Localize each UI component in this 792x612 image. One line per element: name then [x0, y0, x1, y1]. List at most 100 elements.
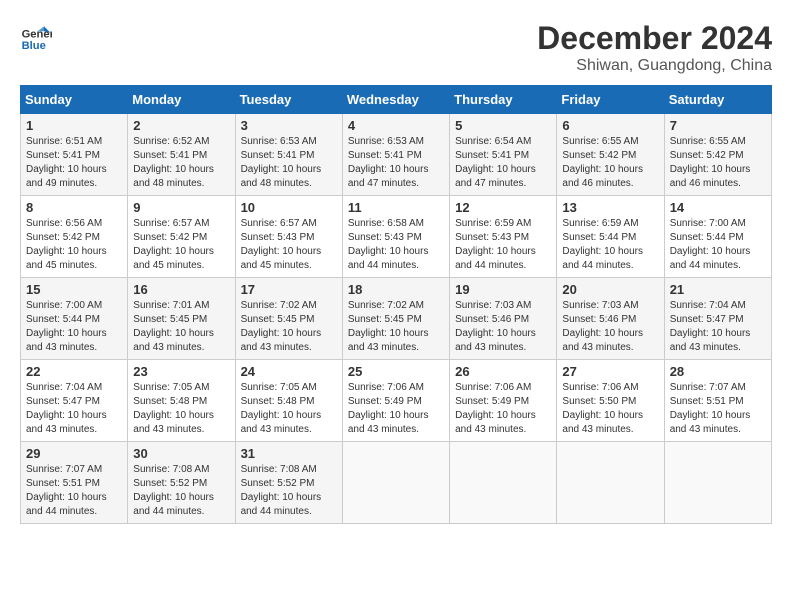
table-cell: 16Sunrise: 7:01 AMSunset: 5:45 PMDayligh…	[128, 278, 235, 360]
day-info: Sunrise: 6:59 AMSunset: 5:44 PMDaylight:…	[562, 217, 658, 273]
calendar-table: Sunday Monday Tuesday Wednesday Thursday…	[20, 85, 772, 524]
day-info: Sunrise: 6:52 AMSunset: 5:41 PMDaylight:…	[133, 135, 229, 191]
day-info: Sunrise: 7:08 AMSunset: 5:52 PMDaylight:…	[133, 463, 229, 519]
header-sunday: Sunday	[21, 86, 128, 114]
table-cell: 12 Sunrise: 6:59 AMSunset: 5:43 PMDayligh…	[450, 196, 557, 278]
table-row: 22Sunrise: 7:04 AMSunset: 5:47 PMDayligh…	[21, 360, 772, 442]
sub-title: Shiwan, Guangdong, China	[537, 57, 772, 75]
day-info: Sunrise: 7:08 AMSunset: 5:52 PMDaylight:…	[241, 463, 337, 519]
day-number: 3	[241, 118, 337, 133]
table-cell: 5 Sunrise: 6:54 AMSunset: 5:41 PMDaylight…	[450, 114, 557, 196]
table-cell	[342, 442, 449, 524]
day-info: Sunrise: 7:01 AMSunset: 5:45 PMDaylight:…	[133, 299, 229, 355]
day-info: Sunrise: 7:05 AMSunset: 5:48 PMDaylight:…	[133, 381, 229, 437]
day-info: Sunrise: 6:56 AMSunset: 5:42 PMDaylight:…	[26, 217, 122, 273]
table-cell	[450, 442, 557, 524]
day-info: Sunrise: 7:02 AMSunset: 5:45 PMDaylight:…	[241, 299, 337, 355]
page-header: General Blue December 2024 Shiwan, Guang…	[20, 20, 772, 75]
title-area: December 2024 Shiwan, Guangdong, China	[537, 20, 772, 75]
day-number: 4	[348, 118, 444, 133]
day-info: Sunrise: 6:54 AMSunset: 5:41 PMDaylight:…	[455, 135, 551, 191]
day-number: 1	[26, 118, 122, 133]
day-info: Sunrise: 7:00 AMSunset: 5:44 PMDaylight:…	[670, 217, 766, 273]
day-number: 8	[26, 200, 122, 215]
day-number: 17	[241, 282, 337, 297]
table-cell: 22Sunrise: 7:04 AMSunset: 5:47 PMDayligh…	[21, 360, 128, 442]
table-cell: 23 Sunrise: 7:05 AMSunset: 5:48 PMDayligh…	[128, 360, 235, 442]
calendar-header: Sunday Monday Tuesday Wednesday Thursday…	[21, 86, 772, 114]
day-number: 5	[455, 118, 551, 133]
header-tuesday: Tuesday	[235, 86, 342, 114]
day-info: Sunrise: 6:53 AMSunset: 5:41 PMDaylight:…	[348, 135, 444, 191]
day-number: 25	[348, 364, 444, 379]
table-row: 8 Sunrise: 6:56 AMSunset: 5:42 PMDaylight…	[21, 196, 772, 278]
day-number: 19	[455, 282, 551, 297]
table-row: 1Sunrise: 6:51 AMSunset: 5:41 PMDaylight…	[21, 114, 772, 196]
table-cell: 9 Sunrise: 6:57 AMSunset: 5:42 PMDaylight…	[128, 196, 235, 278]
table-cell: 24 Sunrise: 7:05 AMSunset: 5:48 PMDayligh…	[235, 360, 342, 442]
table-cell: 25 Sunrise: 7:06 AMSunset: 5:49 PMDayligh…	[342, 360, 449, 442]
table-row: 29 Sunrise: 7:07 AMSunset: 5:51 PMDayligh…	[21, 442, 772, 524]
day-number: 22	[26, 364, 122, 379]
day-info: Sunrise: 7:02 AMSunset: 5:45 PMDaylight:…	[348, 299, 444, 355]
table-cell: 8 Sunrise: 6:56 AMSunset: 5:42 PMDaylight…	[21, 196, 128, 278]
header-saturday: Saturday	[664, 86, 771, 114]
day-number: 24	[241, 364, 337, 379]
day-number: 10	[241, 200, 337, 215]
day-number: 7	[670, 118, 766, 133]
table-cell: 28Sunrise: 7:07 AMSunset: 5:51 PMDayligh…	[664, 360, 771, 442]
table-cell: 20Sunrise: 7:03 AMSunset: 5:46 PMDayligh…	[557, 278, 664, 360]
table-cell: 19 Sunrise: 7:03 AMSunset: 5:46 PMDayligh…	[450, 278, 557, 360]
day-info: Sunrise: 7:05 AMSunset: 5:48 PMDaylight:…	[241, 381, 337, 437]
table-cell: 3 Sunrise: 6:53 AMSunset: 5:41 PMDaylight…	[235, 114, 342, 196]
table-cell: 7 Sunrise: 6:55 AMSunset: 5:42 PMDaylight…	[664, 114, 771, 196]
table-cell: 31 Sunrise: 7:08 AMSunset: 5:52 PMDayligh…	[235, 442, 342, 524]
logo: General Blue	[20, 20, 52, 52]
table-cell: 27Sunrise: 7:06 AMSunset: 5:50 PMDayligh…	[557, 360, 664, 442]
day-info: Sunrise: 6:59 AMSunset: 5:43 PMDaylight:…	[455, 217, 551, 273]
day-number: 23	[133, 364, 229, 379]
table-cell	[557, 442, 664, 524]
day-info: Sunrise: 6:55 AMSunset: 5:42 PMDaylight:…	[670, 135, 766, 191]
header-friday: Friday	[557, 86, 664, 114]
header-monday: Monday	[128, 86, 235, 114]
day-number: 31	[241, 446, 337, 461]
table-cell: 1Sunrise: 6:51 AMSunset: 5:41 PMDaylight…	[21, 114, 128, 196]
header-wednesday: Wednesday	[342, 86, 449, 114]
day-number: 9	[133, 200, 229, 215]
day-number: 12	[455, 200, 551, 215]
calendar-body: 1Sunrise: 6:51 AMSunset: 5:41 PMDaylight…	[21, 114, 772, 524]
day-info: Sunrise: 6:53 AMSunset: 5:41 PMDaylight:…	[241, 135, 337, 191]
table-cell: 30Sunrise: 7:08 AMSunset: 5:52 PMDayligh…	[128, 442, 235, 524]
day-number: 26	[455, 364, 551, 379]
table-cell: 2Sunrise: 6:52 AMSunset: 5:41 PMDaylight…	[128, 114, 235, 196]
table-cell: 6Sunrise: 6:55 AMSunset: 5:42 PMDaylight…	[557, 114, 664, 196]
table-cell: 26 Sunrise: 7:06 AMSunset: 5:49 PMDayligh…	[450, 360, 557, 442]
day-info: Sunrise: 7:06 AMSunset: 5:49 PMDaylight:…	[455, 381, 551, 437]
day-number: 15	[26, 282, 122, 297]
logo-icon: General Blue	[20, 20, 52, 52]
table-cell: 21 Sunrise: 7:04 AMSunset: 5:47 PMDayligh…	[664, 278, 771, 360]
day-number: 29	[26, 446, 122, 461]
table-cell: 17 Sunrise: 7:02 AMSunset: 5:45 PMDayligh…	[235, 278, 342, 360]
day-number: 18	[348, 282, 444, 297]
day-number: 6	[562, 118, 658, 133]
table-cell: 15 Sunrise: 7:00 AMSunset: 5:44 PMDayligh…	[21, 278, 128, 360]
day-info: Sunrise: 7:06 AMSunset: 5:49 PMDaylight:…	[348, 381, 444, 437]
day-number: 21	[670, 282, 766, 297]
table-cell: 13 Sunrise: 6:59 AMSunset: 5:44 PMDayligh…	[557, 196, 664, 278]
table-cell: 18 Sunrise: 7:02 AMSunset: 5:45 PMDayligh…	[342, 278, 449, 360]
day-info: Sunrise: 7:07 AMSunset: 5:51 PMDaylight:…	[670, 381, 766, 437]
table-cell: 11Sunrise: 6:58 AMSunset: 5:43 PMDayligh…	[342, 196, 449, 278]
day-info: Sunrise: 7:04 AMSunset: 5:47 PMDaylight:…	[670, 299, 766, 355]
day-info: Sunrise: 7:07 AMSunset: 5:51 PMDaylight:…	[26, 463, 122, 519]
day-number: 14	[670, 200, 766, 215]
day-number: 13	[562, 200, 658, 215]
day-number: 27	[562, 364, 658, 379]
table-cell: 4 Sunrise: 6:53 AMSunset: 5:41 PMDaylight…	[342, 114, 449, 196]
day-info: Sunrise: 7:03 AMSunset: 5:46 PMDaylight:…	[455, 299, 551, 355]
day-info: Sunrise: 6:58 AMSunset: 5:43 PMDaylight:…	[348, 217, 444, 273]
day-info: Sunrise: 7:00 AMSunset: 5:44 PMDaylight:…	[26, 299, 122, 355]
day-info: Sunrise: 6:57 AMSunset: 5:42 PMDaylight:…	[133, 217, 229, 273]
svg-text:Blue: Blue	[22, 40, 46, 52]
